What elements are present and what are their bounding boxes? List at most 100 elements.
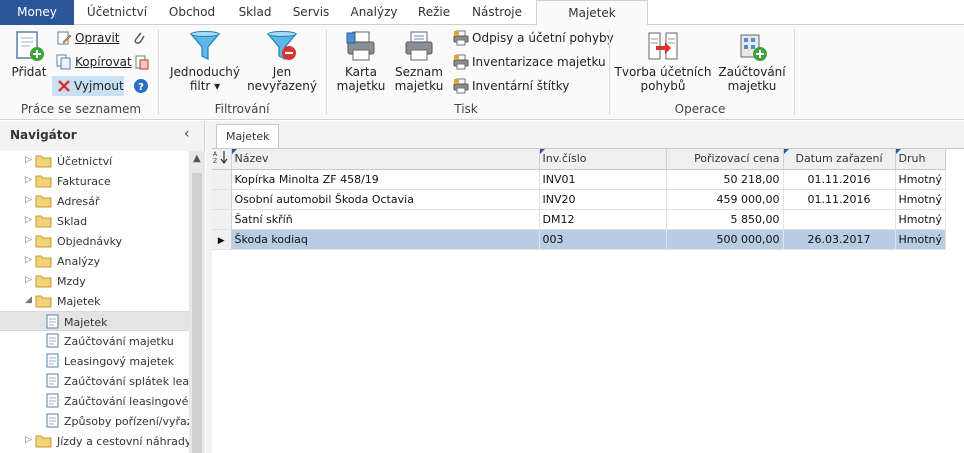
collapsed-arrow-icon[interactable]: ▷ xyxy=(25,195,32,205)
ribbon: Přidat Opravit Kopírovat Vyjmout ? Práce… xyxy=(0,25,964,120)
cell-name[interactable]: Škoda kodiaq xyxy=(231,229,540,250)
scrollbar-thumb[interactable] xyxy=(192,173,202,453)
row-indicator[interactable] xyxy=(212,209,232,230)
navigator-item[interactable]: ▷ Objednávky xyxy=(0,231,190,251)
cell-kind[interactable]: Hmotný xyxy=(895,169,947,190)
labels-print-button[interactable]: Inventární štítky xyxy=(453,76,573,96)
svg-text:A: A xyxy=(213,151,218,158)
navigator-item[interactable]: ▷ Sklad xyxy=(0,211,190,231)
help-button[interactable]: ? xyxy=(133,76,153,96)
cell-inv[interactable]: 003 xyxy=(539,229,667,250)
navigator-item-label: Účetnictví xyxy=(57,155,113,168)
cell-kind[interactable]: Hmotný xyxy=(895,209,947,230)
simple-filter-button[interactable]: Jednoduchý filtr ▾ xyxy=(166,29,244,93)
asset-list-button[interactable]: Seznam majetku xyxy=(392,29,446,93)
cut-button[interactable]: Vyjmout xyxy=(52,76,124,96)
cell-name[interactable]: Šatní skříň xyxy=(231,209,540,230)
column-header-kind[interactable]: Druh xyxy=(895,149,947,170)
row-indicator[interactable] xyxy=(212,169,232,190)
navigator-item[interactable]: Zaúčtování leasingového i xyxy=(0,391,190,411)
cell-inv[interactable]: DM12 xyxy=(539,209,667,230)
navigator-item[interactable]: ▷ Analýzy xyxy=(0,251,190,271)
column-header-inv[interactable]: Inv.číslo xyxy=(539,149,667,170)
navigator-item[interactable]: ▷ Účetnictví xyxy=(0,151,190,171)
create-accounting-moves-button[interactable]: Tvorba účetních pohybů xyxy=(614,29,712,93)
cell-price[interactable]: 500 000,00 xyxy=(666,229,784,250)
navigator-panel: Navigátor ‹ ▷ Účetnictví ▷ Fakturace ▷ Adresá… xyxy=(0,121,205,453)
table-row[interactable]: ▶ Škoda kodiaq 003 500 000,00 26.03.2017 Hmot… xyxy=(212,229,947,250)
row-indicator[interactable] xyxy=(212,189,232,210)
depreciation-print-button[interactable]: Odpisy a účetní pohyby xyxy=(453,28,614,48)
tab-majetek-document[interactable]: Majetek xyxy=(216,124,279,149)
cell-name[interactable]: Kopírka Minolta ZF 458/19 xyxy=(231,169,540,190)
cell-date[interactable]: 01.11.2016 xyxy=(783,169,896,190)
tab-rezie[interactable]: Režie xyxy=(412,0,456,25)
group-label-list: Práce se seznamem xyxy=(20,102,142,116)
tab-obchod[interactable]: Obchod xyxy=(160,0,224,25)
cell-date[interactable]: 26.03.2017 xyxy=(783,229,896,250)
cell-kind[interactable]: Hmotný xyxy=(895,229,947,250)
navigator-item[interactable]: ▷ Adresář xyxy=(0,191,190,211)
collapsed-arrow-icon[interactable]: ▷ xyxy=(25,435,32,445)
cell-date[interactable]: 01.11.2016 xyxy=(783,189,896,210)
table-row[interactable]: Osobní automobil Škoda Octavia INV20 459 0… xyxy=(212,189,947,210)
column-header-date[interactable]: Datum zařazení xyxy=(783,149,896,170)
svg-text:?: ? xyxy=(138,82,144,93)
inventory-print-button[interactable]: Inventarizace majetku xyxy=(453,52,606,72)
sort-toggle[interactable]: A Z xyxy=(212,149,232,170)
attachment-button[interactable] xyxy=(131,28,151,48)
edit-button-label: Opravit xyxy=(75,31,120,45)
navigator-scrollbar[interactable]: ▲ xyxy=(189,151,205,453)
cell-kind[interactable]: Hmotný xyxy=(895,189,947,210)
navigator-item[interactable]: Způsoby pořízení/vyřazen xyxy=(0,411,190,431)
tab-sklad[interactable]: Sklad xyxy=(230,0,280,25)
table-row[interactable]: Kopírka Minolta ZF 458/19 INV01 50 218,00 0… xyxy=(212,169,947,190)
column-header-name[interactable]: Název xyxy=(231,149,540,170)
cell-inv[interactable]: INV01 xyxy=(539,169,667,190)
current-row-marker-icon: ▶ xyxy=(217,235,225,246)
expanded-arrow-icon[interactable]: ◢ xyxy=(25,295,32,305)
navigator-item[interactable]: ◢ Majetek xyxy=(0,291,190,311)
navigator-item[interactable]: Leasingový majetek xyxy=(0,351,190,371)
collapsed-arrow-icon[interactable]: ▷ xyxy=(25,275,32,285)
collapsed-arrow-icon[interactable]: ▷ xyxy=(25,215,32,225)
table-row[interactable]: Šatní skříň DM12 5 850,00 Hmotný xyxy=(212,209,947,230)
collapsed-arrow-icon[interactable]: ▷ xyxy=(25,175,32,185)
row-indicator[interactable]: ▶ xyxy=(212,229,232,250)
cell-price[interactable]: 459 000,00 xyxy=(666,189,784,210)
asset-table: A Z Název Inv.číslo Pořizovací cena Datu… xyxy=(212,149,947,250)
unsorted-only-button[interactable]: Jen nevyřazený xyxy=(246,29,318,93)
document-icon xyxy=(46,314,59,329)
tab-analyzy[interactable]: Analýzy xyxy=(342,0,406,25)
navigator-item-label: Fakturace xyxy=(57,175,111,188)
asset-card-button[interactable]: Karta majetku xyxy=(334,29,388,93)
tab-majetek[interactable]: Majetek xyxy=(536,0,648,26)
add-button[interactable]: Přidat xyxy=(8,29,50,79)
navigator-item[interactable]: ▷ Fakturace xyxy=(0,171,190,191)
cell-price[interactable]: 50 218,00 xyxy=(666,169,784,190)
column-header-price[interactable]: Pořizovací cena xyxy=(666,149,784,170)
copy-button[interactable]: Kopírovat xyxy=(56,52,132,72)
cell-date[interactable] xyxy=(783,209,896,230)
cell-inv[interactable]: INV20 xyxy=(539,189,667,210)
navigator-item[interactable]: Majetek xyxy=(0,311,190,331)
tab-servis[interactable]: Servis xyxy=(286,0,336,25)
collapsed-arrow-icon[interactable]: ▷ xyxy=(25,235,32,245)
navigator-item[interactable]: Zaúčtování splátek leasing xyxy=(0,371,190,391)
cell-price[interactable]: 5 850,00 xyxy=(666,209,784,230)
tab-ucetnictvi[interactable]: Účetnictví xyxy=(80,0,154,25)
cell-name[interactable]: Osobní automobil Škoda Octavia xyxy=(231,189,540,210)
edit-button[interactable]: Opravit xyxy=(56,28,126,48)
navigator-item[interactable]: ▷ Mzdy xyxy=(0,271,190,291)
collapsed-arrow-icon[interactable]: ▷ xyxy=(25,255,32,265)
navigator-collapse-button[interactable]: ‹ xyxy=(184,126,190,142)
tab-money[interactable]: Money xyxy=(0,0,74,25)
tab-nastroje[interactable]: Nástroje xyxy=(462,0,532,25)
paste-button[interactable] xyxy=(134,52,154,72)
collapsed-arrow-icon[interactable]: ▷ xyxy=(25,155,32,165)
scroll-up-icon[interactable]: ▲ xyxy=(193,153,201,164)
document-icon xyxy=(46,413,59,428)
navigator-item[interactable]: ▷ Jízdy a cestovní náhrady xyxy=(0,431,190,451)
navigator-item[interactable]: Zaúčtování majetku xyxy=(0,331,190,351)
post-assets-button[interactable]: Zaúčtování majetku xyxy=(716,29,788,93)
